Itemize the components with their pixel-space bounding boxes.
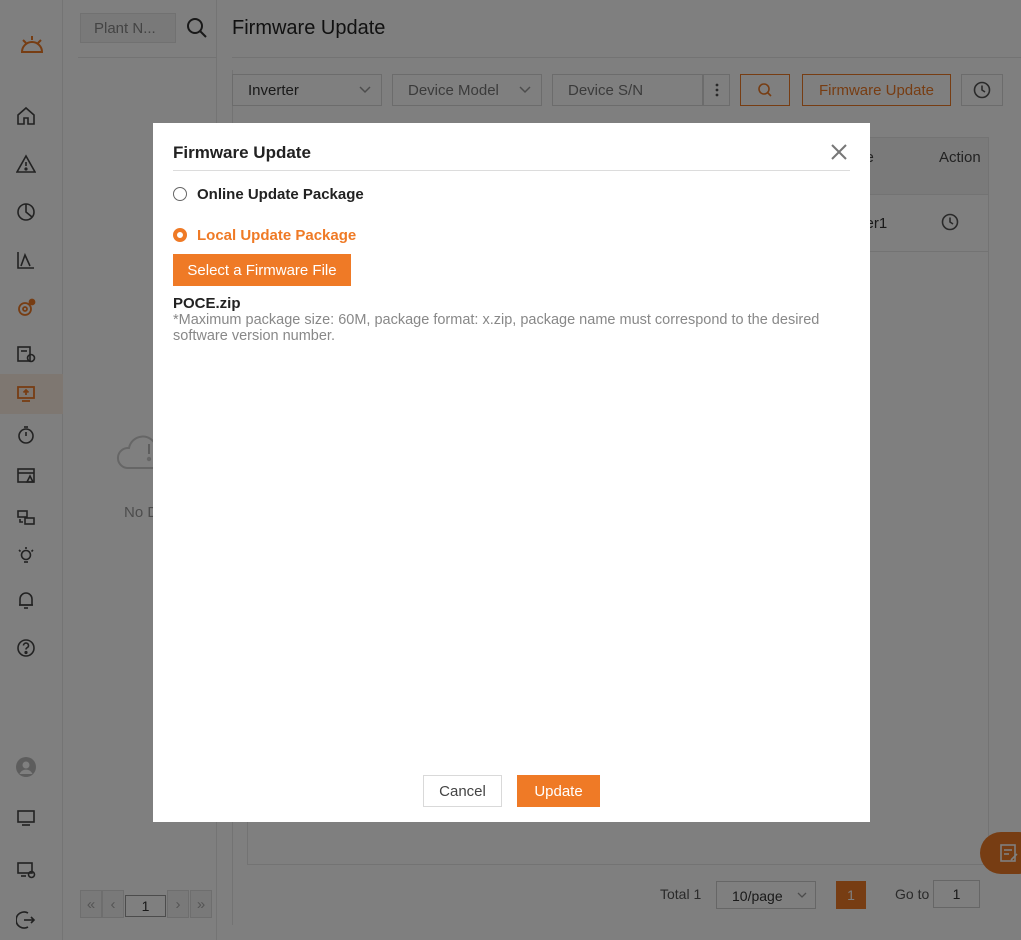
- radio-local-update[interactable]: [173, 228, 187, 242]
- update-button[interactable]: Update: [517, 775, 600, 807]
- selected-file-name: POCE.zip: [173, 295, 241, 312]
- radio-online-update[interactable]: [173, 187, 187, 201]
- close-icon[interactable]: [830, 143, 850, 163]
- package-hint-text: *Maximum package size: 60M, package form…: [173, 312, 820, 344]
- cancel-button[interactable]: Cancel: [423, 775, 502, 807]
- dialog-title: Firmware Update: [173, 143, 311, 162]
- firmware-update-dialog: Firmware Update Online Update Package Lo…: [153, 123, 870, 822]
- dialog-divider: [173, 170, 850, 171]
- select-firmware-file-button[interactable]: Select a Firmware File: [173, 254, 351, 286]
- local-update-label[interactable]: Local Update Package: [197, 227, 356, 244]
- online-update-label[interactable]: Online Update Package: [197, 186, 364, 203]
